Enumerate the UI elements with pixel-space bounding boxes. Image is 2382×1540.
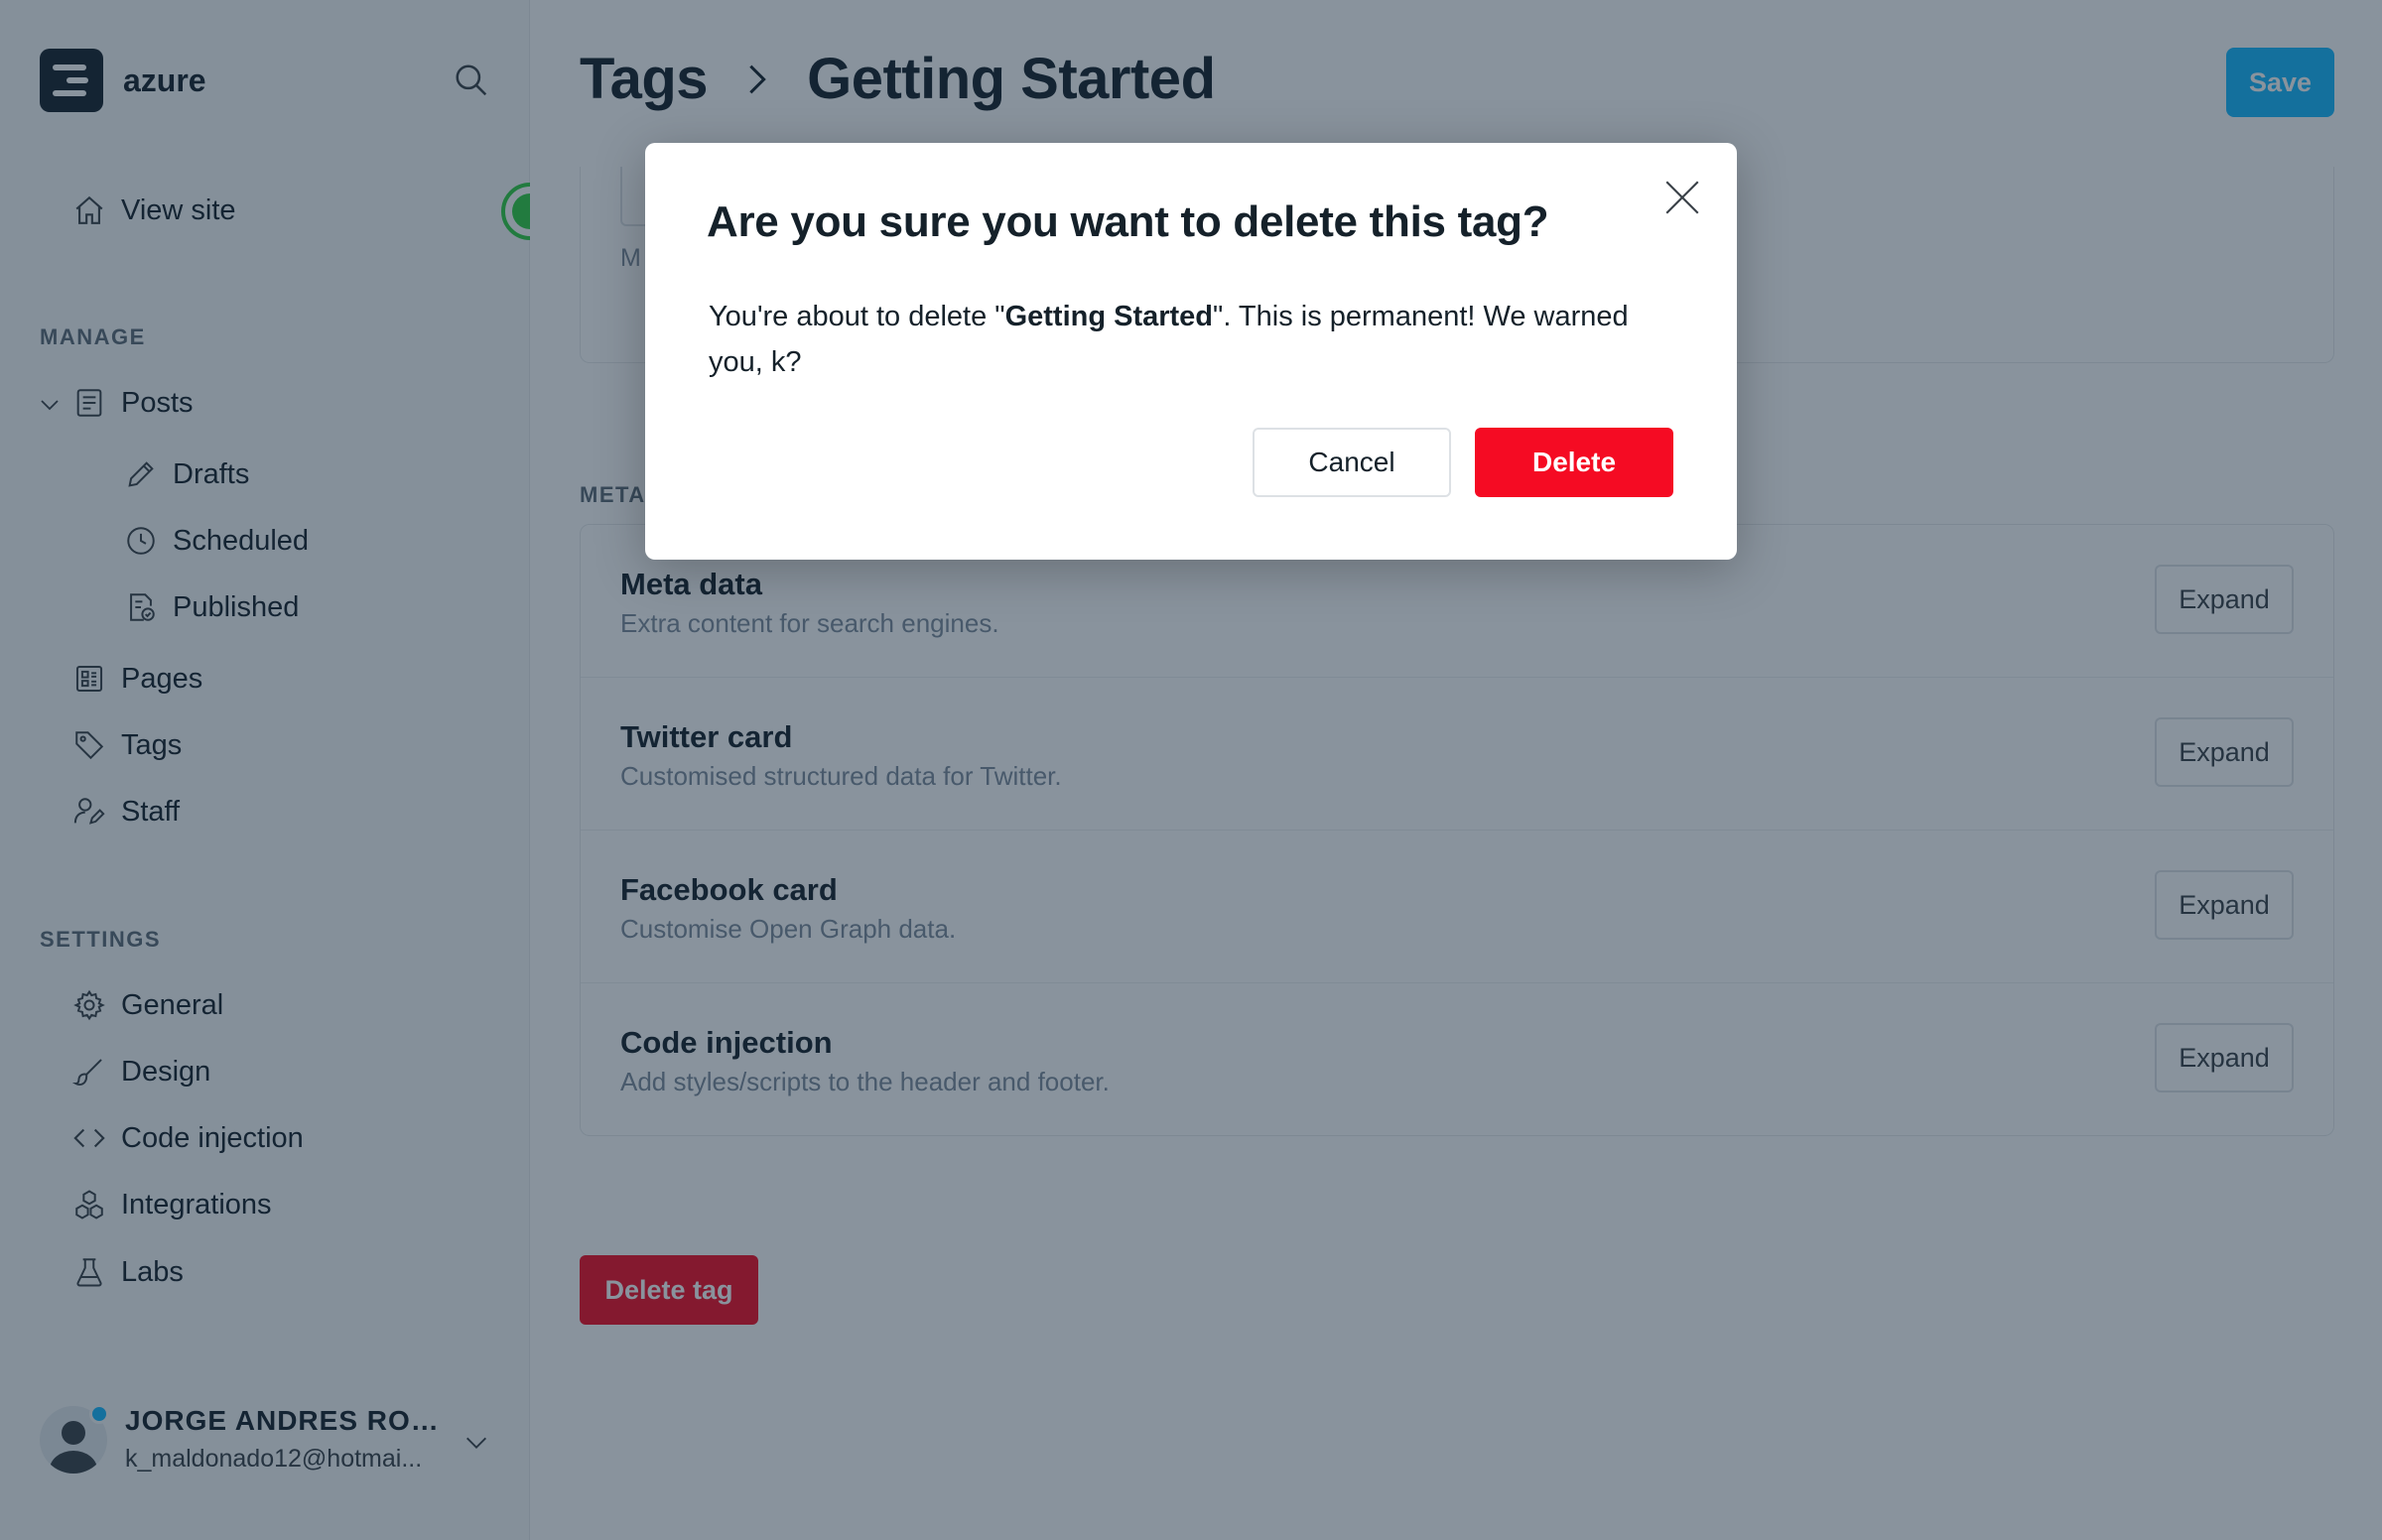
cancel-button[interactable]: Cancel xyxy=(1253,428,1451,497)
modal-message: You're about to delete "Getting Started"… xyxy=(709,294,1681,385)
delete-tag-modal: Are you sure you want to delete this tag… xyxy=(645,143,1737,560)
close-icon[interactable] xyxy=(1661,177,1703,218)
confirm-delete-button[interactable]: Delete xyxy=(1475,428,1673,497)
message-prefix: You're about to delete " xyxy=(709,301,1005,332)
modal-title: Are you sure you want to delete this tag… xyxy=(707,197,1549,246)
message-tag-name: Getting Started xyxy=(1004,301,1214,332)
